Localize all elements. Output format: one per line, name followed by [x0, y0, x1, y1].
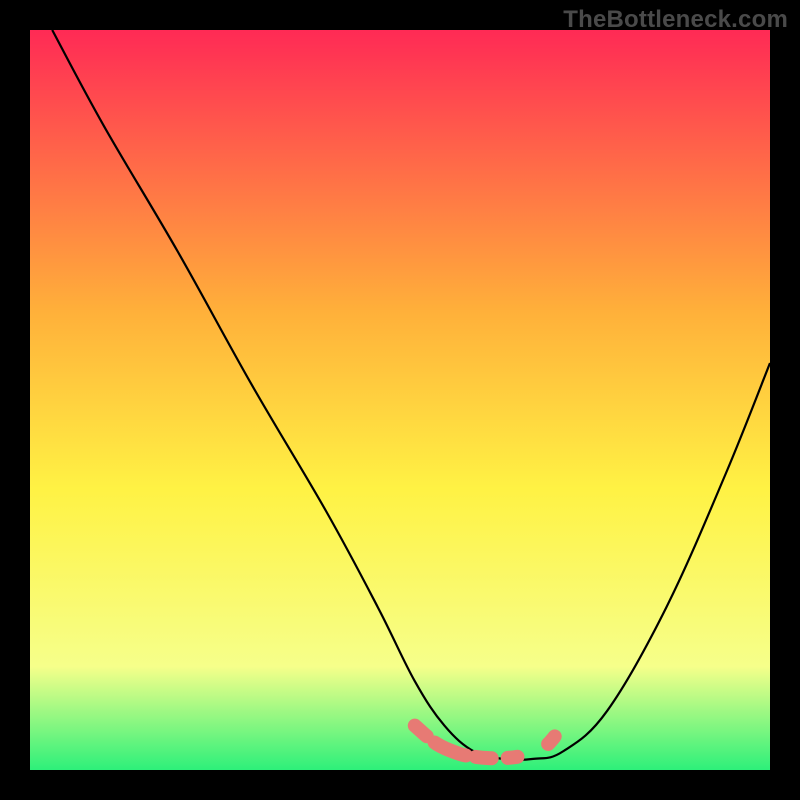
plot-area — [30, 30, 770, 770]
bottleneck-chart — [30, 30, 770, 770]
watermark-text: TheBottleneck.com — [563, 6, 788, 34]
gradient-background — [30, 30, 770, 770]
chart-frame: TheBottleneck.com — [0, 0, 800, 800]
